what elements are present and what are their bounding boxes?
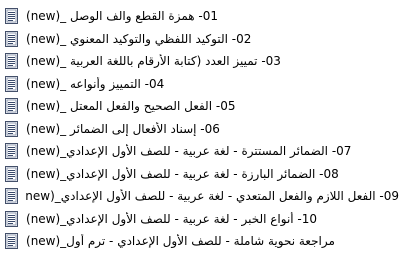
file-item-07[interactable]: 07- الضمائر المستترة - لغة عربية - للصف …: [4, 140, 399, 163]
file-item-08[interactable]: 08- الضمائر البارزة - لغة عربية - للصف ا…: [4, 163, 399, 186]
document-icon: [4, 53, 19, 70]
document-icon: [4, 188, 19, 205]
file-name: 08- الضمائر البارزة - لغة عربية - للصف ا…: [26, 166, 339, 181]
file-name: 07- الضمائر المستترة - لغة عربية - للصف …: [26, 144, 352, 159]
file-name: 06- إسناد الأفعال إلى الضمائر _(new): [26, 121, 220, 136]
document-icon: [4, 165, 19, 182]
file-item-04[interactable]: 04- التمييز وأنواعه _(new): [4, 73, 399, 96]
file-name: 03- تمييز العدد (كتابة الأرقام باللغة ال…: [26, 54, 281, 69]
document-icon: [4, 120, 19, 137]
document-icon: [4, 30, 19, 47]
document-icon: [4, 75, 19, 92]
document-icon: [4, 233, 19, 250]
file-name: 10- أنواع الخبر - لغة عربية - للصف الأول…: [26, 211, 318, 226]
file-item-02[interactable]: 02- التوكيد اللفظي والتوكيد المعنوي _(ne…: [4, 28, 399, 51]
file-item-10[interactable]: 10- أنواع الخبر - لغة عربية - للصف الأول…: [4, 208, 399, 231]
document-icon: [4, 8, 19, 25]
file-name: مراجعة نحوية شاملة - للصف الأول الإعدادي…: [26, 234, 335, 249]
document-icon: [4, 98, 19, 115]
file-item-09[interactable]: 09- الفعل اللازم والفعل المتعدي - لغة عر…: [4, 185, 399, 208]
file-item-06[interactable]: 06- إسناد الأفعال إلى الضمائر _(new): [4, 118, 399, 141]
file-item-01[interactable]: 01- همزة القطع والف الوصل _(new): [4, 5, 399, 28]
file-item-05[interactable]: 05- الفعل الصحيح والفعل المعتل _(new): [4, 95, 399, 118]
file-list: 01- همزة القطع والف الوصل _(new) 02- الت…: [4, 5, 399, 253]
file-name: 05- الفعل الصحيح والفعل المعتل _(new): [26, 99, 236, 114]
document-icon: [4, 143, 19, 160]
file-name: 09- الفعل اللازم والفعل المتعدي - لغة عر…: [26, 189, 399, 204]
file-name: 04- التمييز وأنواعه _(new): [26, 76, 165, 91]
document-icon: [4, 210, 19, 227]
file-item-03[interactable]: 03- تمييز العدد (كتابة الأرقام باللغة ال…: [4, 50, 399, 73]
file-item-11[interactable]: مراجعة نحوية شاملة - للصف الأول الإعدادي…: [4, 230, 399, 253]
file-name: 02- التوكيد اللفظي والتوكيد المعنوي _(ne…: [26, 31, 252, 46]
file-name: 01- همزة القطع والف الوصل _(new): [26, 9, 219, 24]
